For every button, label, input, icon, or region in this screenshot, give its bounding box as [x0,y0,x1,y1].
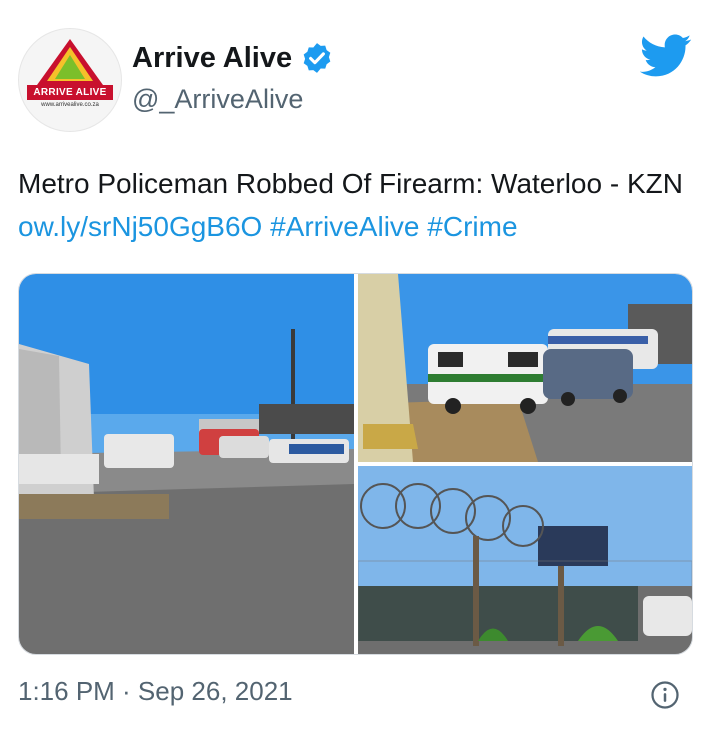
hashtag-arrivealive[interactable]: #ArriveAlive [270,211,419,242]
avatar[interactable]: ARRIVE ALIVE www.arrivealive.co.za [18,28,122,132]
photo-2[interactable] [358,274,692,462]
hashtag-crime[interactable]: #Crime [427,211,517,242]
verified-badge-icon [303,43,331,73]
avatar-site-text: www.arrivealive.co.za [41,102,99,108]
avatar-brand-text: ARRIVE ALIVE [27,85,113,100]
author-handle[interactable]: @_ArriveAlive [132,84,303,115]
arrive-alive-logo [37,39,103,85]
media-grid [18,273,693,655]
photo-1-image [19,274,354,654]
tweet-card: ARRIVE ALIVE www.arrivealive.co.za Arriv… [0,0,720,729]
twitter-bird-icon[interactable] [640,34,692,78]
tweet-link[interactable]: ow.ly/srNj50GgB6O [18,211,262,242]
photo-3[interactable] [358,466,692,654]
info-icon[interactable] [650,680,680,710]
photo-1[interactable] [19,274,354,654]
tweet-text: Metro Policeman Robbed Of Firearm: Water… [18,162,708,248]
tweet-body: Metro Policeman Robbed Of Firearm: Water… [18,168,683,199]
author-name-row: Arrive Alive [132,38,334,78]
photo-3-image [358,466,692,654]
tweet-timestamp[interactable]: 1:16 PM · Sep 26, 2021 [18,676,293,707]
photo-2-image [358,274,692,462]
display-name[interactable]: Arrive Alive [132,42,292,75]
